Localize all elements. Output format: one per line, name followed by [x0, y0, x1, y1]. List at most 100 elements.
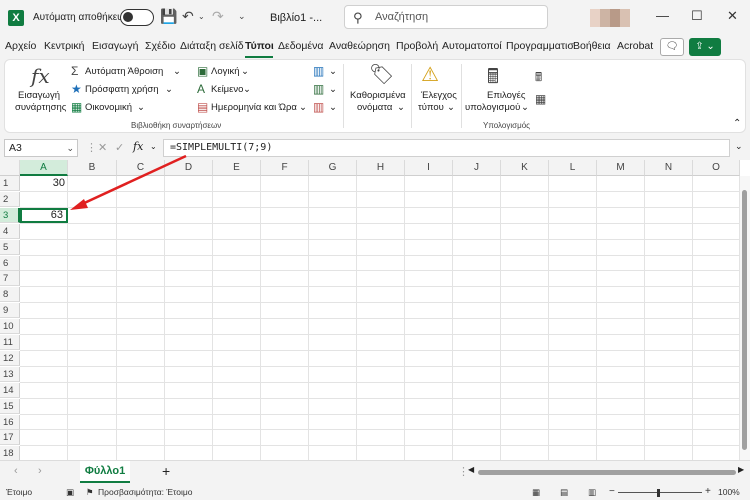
cancel-icon[interactable]: ✕ [98, 141, 107, 154]
row-header-15[interactable]: 15 [0, 398, 20, 414]
logical-button[interactable]: Λογική [211, 66, 240, 77]
name-box[interactable]: A3 ⌄ [4, 139, 78, 157]
autosum-dropdown-icon[interactable]: ⌄ [173, 66, 181, 77]
column-header-M[interactable]: M [597, 160, 645, 176]
add-sheet-button[interactable]: + [162, 463, 170, 479]
text-dropdown-icon[interactable]: ⌄ [243, 84, 251, 95]
row-header-2[interactable]: 2 [0, 191, 20, 207]
prev-sheet-icon[interactable]: ‹ [14, 465, 18, 477]
row-header-12[interactable]: 12 [0, 350, 20, 366]
defined-names-dropdown-icon[interactable]: ⌄ [397, 102, 405, 113]
calculate-now-icon[interactable]: 🖩 [535, 68, 542, 89]
calc-options-label-2[interactable]: υπολογισμού [465, 102, 520, 113]
tab-acrobat[interactable]: Acrobat [617, 40, 653, 52]
zoom-out-button[interactable]: − [609, 486, 615, 497]
formula-auditing-label-2[interactable]: τύπου [418, 102, 444, 113]
column-header-K[interactable]: K [501, 160, 549, 176]
more-functions-icon[interactable]: ▥ [313, 100, 324, 114]
calc-options-label-1[interactable]: Επιλογές [487, 90, 525, 101]
tab-page-layout[interactable]: Διάταξη σελίδ [180, 40, 244, 52]
normal-view-icon[interactable]: ▦ [532, 487, 540, 498]
accessibility-status[interactable]: Προσβασιμότητα: Έτοιμο [98, 487, 193, 497]
autosum-button[interactable]: Αυτόματη Άθροιση [85, 66, 163, 77]
comments-button[interactable]: 🗨 [660, 38, 684, 56]
sheet-tab-active[interactable]: Φύλλο1 [80, 461, 130, 483]
formula-auditing-label-1[interactable]: Έλεγχος [421, 90, 457, 101]
tab-developer[interactable]: Προγραμματισ [506, 40, 574, 52]
column-header-B[interactable]: B [68, 160, 117, 176]
zoom-level[interactable]: 100% [718, 487, 740, 497]
row-header-5[interactable]: 5 [0, 239, 20, 255]
tab-file[interactable]: Αρχείο [5, 40, 36, 52]
tab-review[interactable]: Αναθεώρηση [329, 40, 390, 52]
search-box[interactable]: ⚲ Αναζήτηση [344, 5, 548, 29]
worksheet-grid[interactable]: A B C D E F G H I J K L M N O 1 2 3 4 5 6 7 8 9 10 11 12 13 14 15 16 17… [0, 160, 750, 460]
column-header-O[interactable]: O [693, 160, 740, 176]
insert-function-fx-icon[interactable]: fx [133, 140, 143, 153]
column-header-H[interactable]: H [357, 160, 405, 176]
column-header-L[interactable]: L [549, 160, 597, 176]
row-header-13[interactable]: 13 [0, 366, 20, 382]
tab-view[interactable]: Προβολή [396, 40, 438, 52]
tab-home[interactable]: Κεντρική [44, 40, 84, 52]
row-header-18[interactable]: 18 [0, 446, 20, 460]
column-header-G[interactable]: G [309, 160, 357, 176]
macro-record-icon[interactable]: ▣ [66, 487, 74, 498]
chevron-down-icon[interactable]: ⌄ [66, 143, 74, 154]
avatar[interactable] [590, 9, 600, 27]
zoom-slider[interactable] [618, 492, 702, 493]
page-layout-view-icon[interactable]: ▤ [560, 487, 568, 498]
column-header-F[interactable]: F [261, 160, 309, 176]
column-header-C[interactable]: C [117, 160, 165, 176]
row-header-9[interactable]: 9 [0, 303, 20, 319]
tab-insert[interactable]: Εισαγωγή [92, 40, 138, 52]
collapse-ribbon-icon[interactable]: ⌃ [733, 118, 741, 129]
column-header-A[interactable]: A [20, 160, 68, 176]
row-header-8[interactable]: 8 [0, 287, 20, 303]
math-dropdown-icon[interactable]: ⌄ [329, 84, 337, 95]
minimize-button[interactable]: — [656, 8, 669, 23]
select-all-corner[interactable] [0, 160, 20, 176]
logical-dropdown-icon[interactable]: ⌄ [241, 66, 249, 77]
defined-names-label-1[interactable]: Καθορισμένα [350, 90, 406, 101]
redo-icon[interactable]: ↷ [212, 8, 224, 25]
column-header-N[interactable]: N [645, 160, 693, 176]
row-header-6[interactable]: 6 [0, 255, 20, 271]
zoom-slider-knob[interactable] [657, 489, 660, 497]
row-header-16[interactable]: 16 [0, 414, 20, 430]
row-header-11[interactable]: 11 [0, 335, 20, 350]
next-sheet-icon[interactable]: › [38, 465, 42, 477]
formula-input[interactable]: =SIMPLEMULTI(7;9) [163, 139, 730, 157]
undo-dropdown-icon[interactable]: ⌄ [198, 12, 205, 21]
autosave-toggle[interactable] [120, 9, 154, 26]
scroll-right-icon[interactable]: ▶ [738, 465, 744, 474]
cell-A3[interactable]: 63 [20, 207, 68, 223]
tab-draw[interactable]: Σχέδιο [145, 40, 176, 52]
column-header-E[interactable]: E [213, 160, 261, 176]
column-header-I[interactable]: I [405, 160, 453, 176]
more-functions-dropdown-icon[interactable]: ⌄ [329, 102, 337, 113]
datetime-button[interactable]: Ημερομηνία και Ώρα [211, 102, 297, 113]
cell-A1[interactable]: 30 [20, 176, 68, 191]
row-header-7[interactable]: 7 [0, 271, 20, 287]
fx-dropdown-icon[interactable]: ⌄ [150, 142, 157, 151]
defined-names-label-2[interactable]: ονόματα [357, 102, 392, 113]
row-header-4[interactable]: 4 [0, 223, 20, 239]
recent-dropdown-icon[interactable]: ⌄ [165, 84, 173, 95]
page-break-view-icon[interactable]: ▥ [588, 487, 596, 498]
math-icon[interactable]: ▥ [313, 82, 324, 96]
row-header-10[interactable]: 10 [0, 319, 20, 335]
formula-auditing-icon[interactable]: ⚠ [421, 62, 439, 87]
insert-function-label-1[interactable]: Εισαγωγή [18, 90, 60, 101]
share-button[interactable]: ⇪ ⌄ [689, 38, 721, 56]
calc-options-dropdown-icon[interactable]: ⌄ [521, 102, 529, 113]
column-header-D[interactable]: D [165, 160, 213, 176]
close-button[interactable]: ✕ [727, 8, 738, 24]
tab-automate[interactable]: Αυτοματοποί [442, 40, 502, 52]
scroll-left-icon[interactable]: ◀ [468, 465, 474, 474]
tab-formulas[interactable]: Τύποι [245, 40, 274, 52]
vertical-scroll-thumb[interactable] [742, 190, 747, 450]
row-header-14[interactable]: 14 [0, 382, 20, 398]
defined-names-icon[interactable]: 🏷 [369, 62, 394, 87]
enter-icon[interactable]: ✓ [115, 141, 124, 154]
